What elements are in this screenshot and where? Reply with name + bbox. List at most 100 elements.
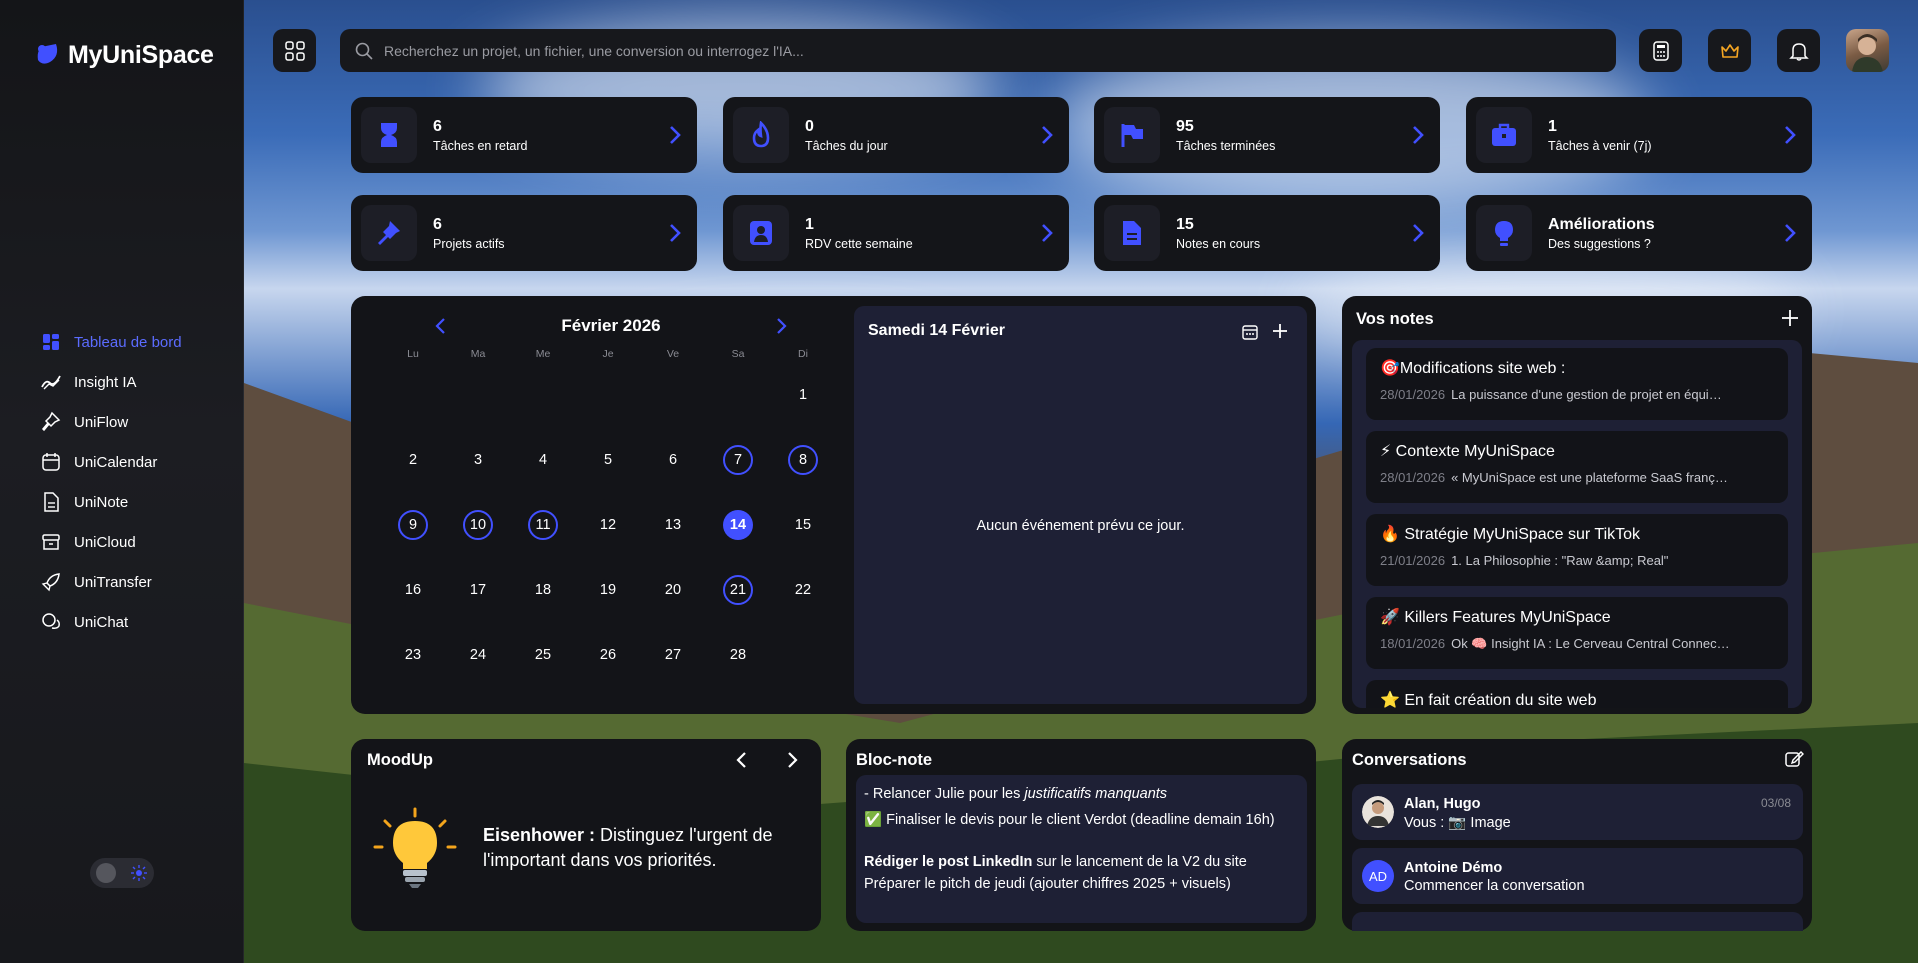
calculator-button[interactable] <box>1639 29 1682 72</box>
prev-month-button[interactable] <box>431 316 451 336</box>
calendar-day[interactable]: 9 <box>398 510 428 540</box>
sidebar-item-tableau-de-bord[interactable]: Tableau de bord <box>40 322 182 362</box>
pin-icon <box>41 411 61 432</box>
calendar-day[interactable]: 2 <box>398 445 428 475</box>
bloc-note-title: Bloc-note <box>856 751 933 769</box>
search-input[interactable] <box>384 42 1584 59</box>
notifications-button[interactable] <box>1777 29 1820 72</box>
note-item[interactable]: ⭐ En fait création du site web <box>1366 680 1788 708</box>
calendar-day[interactable]: 11 <box>528 510 558 540</box>
sidebar-item-insight-ia[interactable]: Insight IA <box>40 362 182 402</box>
sidebar-item-unicloud[interactable]: UniCloud <box>40 522 182 562</box>
stat-card-active-projects[interactable]: 6 Projets actifs <box>351 195 697 271</box>
calendar-day[interactable]: 24 <box>463 640 493 670</box>
user-avatar[interactable] <box>1846 29 1889 72</box>
calendar-day[interactable]: 12 <box>593 510 623 540</box>
conversation-item[interactable]: Alan, Hugo Vous : 📷 Image 03/08 <box>1352 784 1803 840</box>
bloc-line: ✅ Finaliser le devis pour le client Verd… <box>864 812 1275 828</box>
stat-card-upcoming-tasks[interactable]: 1 Tâches à venir (7j) <box>1466 97 1812 173</box>
bloc-bold-text: Rédiger le post LinkedIn <box>864 854 1033 870</box>
insight-icon <box>41 375 61 390</box>
new-conversation-button[interactable] <box>1784 749 1804 769</box>
note-item[interactable]: 🔥 Stratégie MyUniSpace sur TikTok 21/01/… <box>1366 514 1788 586</box>
sidebar-item-uniflow[interactable]: UniFlow <box>40 402 182 442</box>
calendar-day[interactable]: 25 <box>528 640 558 670</box>
calendar-day-selected[interactable]: 14 <box>723 510 753 540</box>
bloc-note-editor[interactable]: - Relancer Julie pour les justificatifs … <box>856 775 1307 923</box>
weekday-label: Ma <box>470 348 486 360</box>
sidebar-item-unitransfer[interactable]: UniTransfer <box>40 562 182 602</box>
note-title: 🚀 Killers Features MyUniSpace <box>1380 609 1611 626</box>
note-excerpt-row: 18/01/2026 Ok 🧠 Insight IA : Le Cerveau C… <box>1380 636 1774 652</box>
note-item[interactable]: 🎯Modifications site web : 28/01/2026 La p… <box>1366 348 1788 420</box>
lightbulb-illustration-icon <box>373 807 457 888</box>
stat-card-late-tasks[interactable]: 6 Tâches en retard <box>351 97 697 173</box>
calendar-day[interactable]: 15 <box>788 510 818 540</box>
add-note-button[interactable] <box>1780 308 1800 328</box>
sidebar-item-label: UniNote <box>74 493 129 511</box>
note-date: 18/01/2026 <box>1380 636 1446 651</box>
calendar-day[interactable]: 1 <box>788 380 818 410</box>
stat-card-appointments[interactable]: 1 RDV cette semaine <box>723 195 1069 271</box>
calendar-day[interactable]: 16 <box>398 575 428 605</box>
search-icon <box>355 42 373 60</box>
stat-icon-box <box>361 107 417 163</box>
bloc-italic-text: justificatifs manquants <box>1024 786 1168 802</box>
calendar-day[interactable]: 23 <box>398 640 428 670</box>
app-logo[interactable]: MyUniSpace <box>32 40 214 70</box>
chevron-right-icon <box>1785 126 1796 144</box>
calendar-day[interactable]: 27 <box>658 640 688 670</box>
conversation-name: Alan, Hugo <box>1404 796 1481 812</box>
calendar-day[interactable]: 19 <box>593 575 623 605</box>
sidebar: MyUniSpace Tableau de bord Insight IA Un… <box>0 0 244 963</box>
sidebar-item-unicalendar[interactable]: UniCalendar <box>40 442 182 482</box>
moodup-prev-button[interactable] <box>731 749 753 771</box>
note-excerpt: « MyUniSpace est une plateforme SaaS fra… <box>1451 470 1728 485</box>
calendar-day[interactable]: 17 <box>463 575 493 605</box>
calendar-day[interactable]: 7 <box>723 445 753 475</box>
sidebar-item-unichat[interactable]: UniChat <box>40 602 182 642</box>
calendar-day[interactable]: 10 <box>463 510 493 540</box>
theme-toggle[interactable] <box>90 858 154 888</box>
next-month-button[interactable] <box>771 316 791 336</box>
calendar-day[interactable]: 28 <box>723 640 753 670</box>
document-icon <box>1123 221 1141 245</box>
stat-card-suggestions[interactable]: Améliorations Des suggestions ? <box>1466 195 1812 271</box>
conversation-item[interactable] <box>1352 912 1803 931</box>
conversations-panel: Conversations Alan, Hugo Vous : 📷 Image … <box>1342 739 1812 931</box>
stat-card-notes[interactable]: 15 Notes en cours <box>1094 195 1440 271</box>
calendar-day[interactable]: 5 <box>593 445 623 475</box>
calendar-day[interactable]: 6 <box>658 445 688 475</box>
weekday-label: Di <box>798 348 808 360</box>
search-bar[interactable] <box>340 29 1616 72</box>
stat-card-done-tasks[interactable]: 95 Tâches terminées <box>1094 97 1440 173</box>
calendar-day[interactable]: 26 <box>593 640 623 670</box>
sidebar-item-uninote[interactable]: UniNote <box>40 482 182 522</box>
calendar-day[interactable]: 3 <box>463 445 493 475</box>
calendar-view-button[interactable] <box>1240 322 1260 342</box>
note-excerpt-row: 28/01/2026 « MyUniSpace est une plateform… <box>1380 470 1774 485</box>
stat-label: Tâches du jour <box>805 138 888 153</box>
calendar-day[interactable]: 21 <box>723 575 753 605</box>
avatar: AD <box>1362 860 1394 892</box>
conversation-item[interactable]: AD Antoine Démo Commencer la conversatio… <box>1352 848 1803 904</box>
premium-button[interactable] <box>1708 29 1751 72</box>
apps-grid-button[interactable] <box>273 29 316 72</box>
stat-card-today-tasks[interactable]: 0 Tâches du jour <box>723 97 1069 173</box>
calendar-day[interactable]: 8 <box>788 445 818 475</box>
calendar-day[interactable]: 22 <box>788 575 818 605</box>
bloc-line: Rédiger le post LinkedIn sur le lancemen… <box>864 851 1299 895</box>
note-item[interactable]: ⚡ Contexte MyUniSpace 28/01/2026 « MyUniS… <box>1366 431 1788 503</box>
note-title: 🔥 Stratégie MyUniSpace sur TikTok <box>1380 526 1641 543</box>
agenda-title: Samedi 14 Février <box>868 322 1005 339</box>
calendar-day[interactable]: 4 <box>528 445 558 475</box>
note-item[interactable]: 🚀 Killers Features MyUniSpace 18/01/2026… <box>1366 597 1788 669</box>
weekday-label: Lu <box>407 348 419 360</box>
rocket-icon <box>41 573 60 592</box>
calendar-day[interactable]: 18 <box>528 575 558 605</box>
logo-icon <box>37 44 58 64</box>
add-event-button[interactable] <box>1270 321 1290 341</box>
calendar-day[interactable]: 20 <box>658 575 688 605</box>
calendar-day[interactable]: 13 <box>658 510 688 540</box>
moodup-next-button[interactable] <box>781 749 803 771</box>
